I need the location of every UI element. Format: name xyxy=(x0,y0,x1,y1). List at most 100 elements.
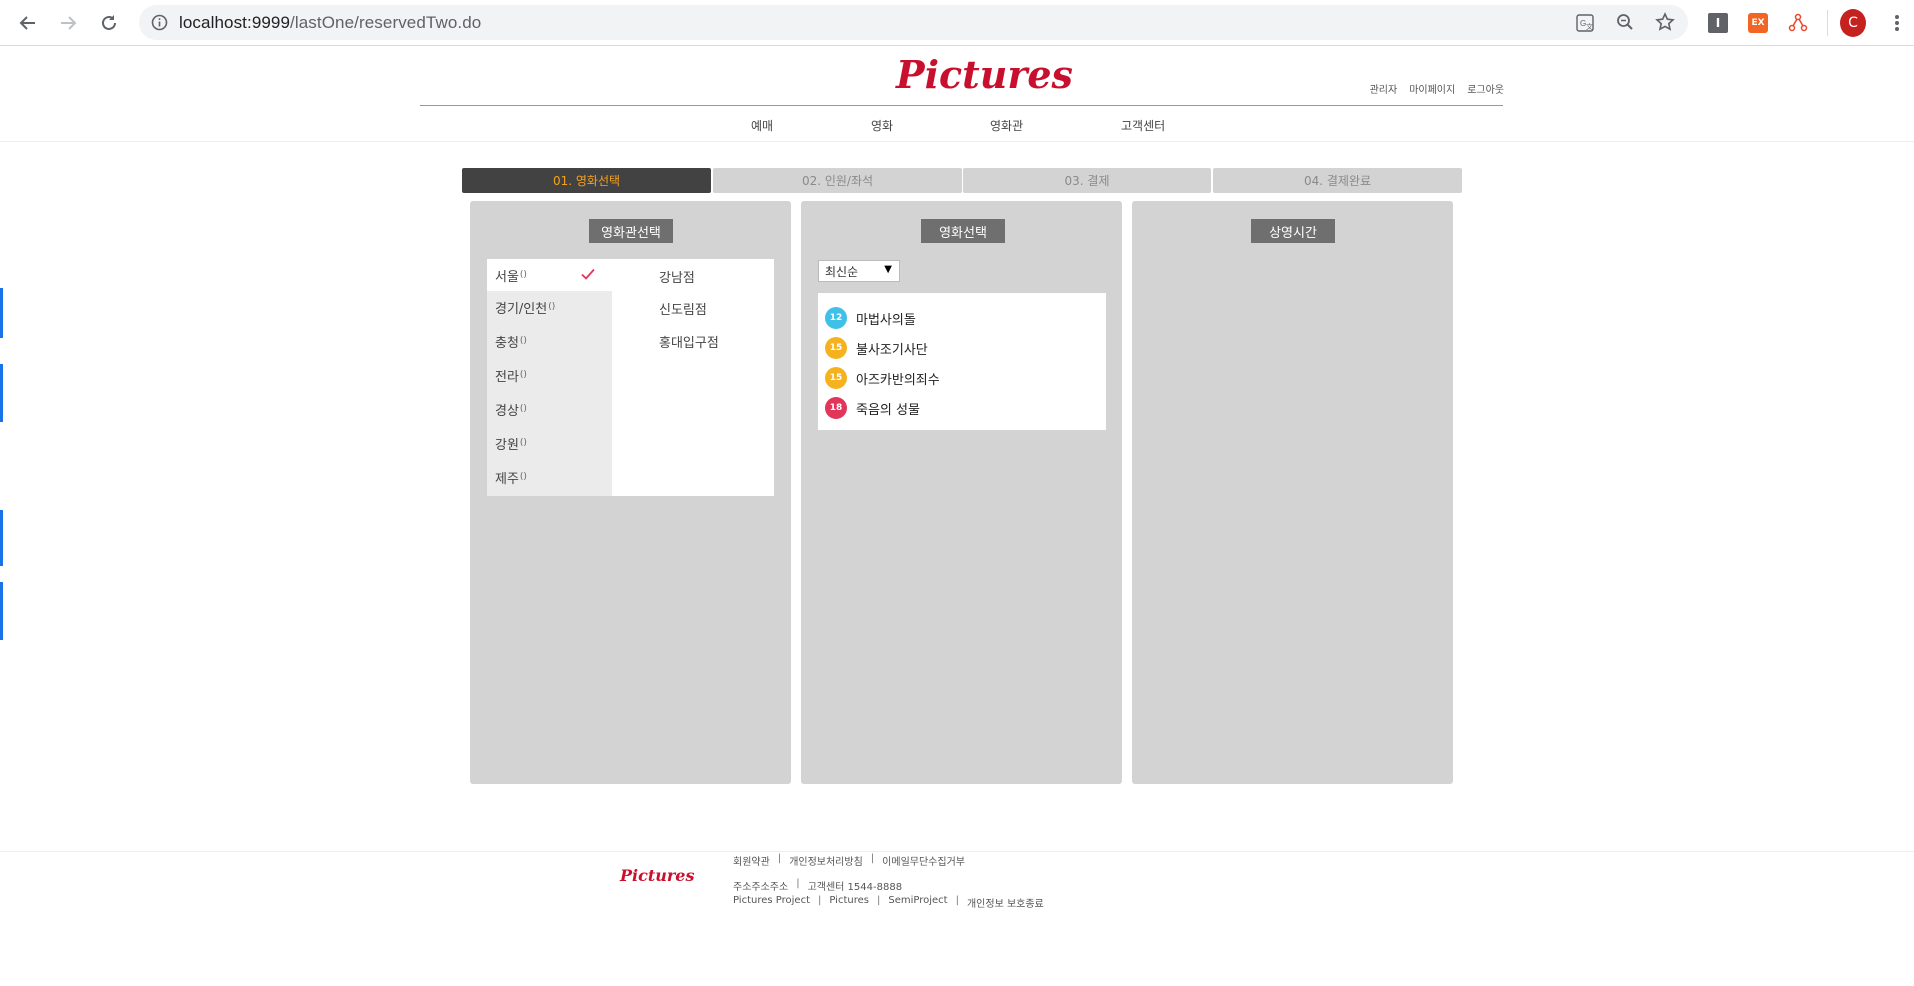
footer-credit-item: 개인정보 보호종료 xyxy=(966,899,1044,910)
movie-title: 마법사의돌 xyxy=(856,312,916,328)
footer-credit-item: SemiProject xyxy=(888,895,948,906)
showtime-panel: 상영시간 xyxy=(1132,201,1453,784)
url-path: /lastOne/reservedTwo.do xyxy=(290,13,482,32)
svg-text:文: 文 xyxy=(1586,22,1593,31)
step-seat-select[interactable]: 02. 인원/좌석 xyxy=(713,168,962,193)
separator: | xyxy=(818,895,822,906)
separator: | xyxy=(876,895,881,906)
rating-badge: 15 xyxy=(825,337,847,359)
dropdown-arrow-icon: ▼ xyxy=(884,264,892,275)
back-icon[interactable] xyxy=(14,9,42,37)
separator: | xyxy=(870,853,875,864)
edge-marker xyxy=(0,582,3,640)
step-movie-select[interactable]: 01. 영화선택 xyxy=(462,168,711,193)
movie-title: 죽음의 성물 xyxy=(856,402,920,418)
theater-selector: 서울() 경기/인천() 충청() 전라() 경상() 강원() 제주() 강남… xyxy=(487,259,774,496)
edge-marker xyxy=(0,288,3,338)
admin-link[interactable]: 관리자 xyxy=(1370,81,1398,96)
check-icon xyxy=(580,266,596,286)
site-logo[interactable]: Pictures xyxy=(896,52,1073,97)
profile-initial: C xyxy=(1840,9,1866,37)
theater-item[interactable]: 신도림점 xyxy=(659,299,707,318)
extension-i-icon[interactable]: I xyxy=(1705,10,1731,36)
sort-selected-value: 최신순 xyxy=(825,264,859,279)
browser-toolbar: localhost:9999/lastOne/reservedTwo.do G文… xyxy=(0,0,1914,46)
step-complete[interactable]: 04. 결제완료 xyxy=(1213,168,1462,193)
logout-link[interactable]: 로그아웃 xyxy=(1467,81,1504,96)
address-bar[interactable]: localhost:9999/lastOne/reservedTwo.do G文 xyxy=(139,5,1688,40)
terms-link[interactable]: 회원약관 xyxy=(733,853,770,868)
nav-divider xyxy=(0,141,1914,142)
footer-links: 회원약관 | 개인정보처리방침 | 이메일무단수집거부 xyxy=(733,853,965,868)
rating-badge: 12 xyxy=(825,307,847,329)
movie-item[interactable]: 15 불사조기사단 xyxy=(825,336,928,360)
region-name: 전라 xyxy=(495,369,519,385)
header-divider xyxy=(420,105,1503,106)
movie-list: 12 마법사의돌 15 불사조기사단 15 아즈카반의죄수 18 죽음의 성물 xyxy=(818,293,1106,430)
email-refusal-link[interactable]: 이메일무단수집거부 xyxy=(882,853,965,868)
footer-divider xyxy=(0,851,1914,852)
region-count: () xyxy=(519,336,527,346)
privacy-link[interactable]: 개인정보처리방침 xyxy=(789,853,863,868)
nav-movie[interactable]: 영화 xyxy=(871,117,893,134)
region-item-jeju[interactable]: 제주() xyxy=(487,461,612,493)
footer-customer-center: 고객센터 1544-8888 xyxy=(807,882,903,893)
region-item-jeolla[interactable]: 전라() xyxy=(487,359,612,391)
footer-logo[interactable]: Pictures xyxy=(620,866,695,885)
theater-panel-title: 영화관선택 xyxy=(589,219,673,243)
movie-title: 아즈카반의죄수 xyxy=(856,372,940,388)
extension-ex-icon[interactable]: EX xyxy=(1745,10,1771,36)
separator: | xyxy=(796,878,800,889)
region-item-chungcheong[interactable]: 충청() xyxy=(487,325,612,357)
region-name: 서울 xyxy=(495,269,519,285)
movie-item[interactable]: 18 죽음의 성물 xyxy=(825,396,920,420)
nav-customer-center[interactable]: 고객센터 xyxy=(1121,117,1165,134)
extension-ex-label: EX xyxy=(1748,13,1768,33)
theater-item[interactable]: 홍대입구점 xyxy=(659,332,719,351)
movie-item[interactable]: 15 아즈카반의죄수 xyxy=(825,366,940,390)
region-name: 충청 xyxy=(495,335,519,351)
region-name: 강원 xyxy=(495,437,519,453)
sort-select[interactable]: 최신순 ▼ xyxy=(818,260,900,282)
region-count: () xyxy=(519,270,527,280)
toolbar-divider xyxy=(1827,10,1828,36)
mypage-link[interactable]: 마이페이지 xyxy=(1409,81,1455,96)
theater-item[interactable]: 강남점 xyxy=(659,267,695,286)
url-host: localhost:9999 xyxy=(179,13,291,32)
zoom-icon[interactable] xyxy=(1616,13,1634,35)
nav-theater[interactable]: 영화관 xyxy=(990,117,1023,134)
region-item-gangwon[interactable]: 강원() xyxy=(487,427,612,459)
bookmark-star-icon[interactable] xyxy=(1655,12,1675,36)
region-item-gyeonggi[interactable]: 경기/인천() xyxy=(487,291,612,323)
region-item-seoul[interactable]: 서울() xyxy=(487,259,612,291)
step-payment[interactable]: 03. 결제 xyxy=(963,168,1211,193)
extension-network-icon[interactable] xyxy=(1785,10,1811,36)
rating-badge: 18 xyxy=(825,397,847,419)
region-count: () xyxy=(519,472,527,482)
edge-marker xyxy=(0,510,3,566)
edge-marker xyxy=(0,364,3,422)
info-icon[interactable] xyxy=(151,14,168,35)
region-item-gyeongsang[interactable]: 경상() xyxy=(487,393,612,425)
movie-panel-title: 영화선택 xyxy=(921,219,1005,243)
movie-item[interactable]: 12 마법사의돌 xyxy=(825,306,916,330)
menu-icon[interactable] xyxy=(1884,10,1910,36)
region-name: 경상 xyxy=(495,403,519,419)
showtime-panel-title: 상영시간 xyxy=(1251,219,1335,243)
url-text[interactable]: localhost:9999/lastOne/reservedTwo.do xyxy=(179,13,481,33)
profile-avatar[interactable]: C xyxy=(1840,9,1866,37)
footer-credit-item: Pictures Project xyxy=(733,895,810,906)
footer-credit-item: Pictures xyxy=(829,895,869,906)
region-count: () xyxy=(519,404,527,414)
region-name: 제주 xyxy=(495,471,519,487)
footer-credits: Pictures Project | Pictures | SemiProjec… xyxy=(733,895,1044,910)
extension-i-label: I xyxy=(1708,13,1728,33)
utility-links: 관리자 마이페이지 로그아웃 xyxy=(1370,81,1504,96)
forward-icon[interactable] xyxy=(54,9,82,37)
region-count: () xyxy=(519,370,527,380)
nav-reservation[interactable]: 예매 xyxy=(751,117,773,134)
region-list: 서울() 경기/인천() 충청() 전라() 경상() 강원() 제주() xyxy=(487,259,612,496)
translate-icon[interactable]: G文 xyxy=(1576,14,1594,36)
footer-address: 주소주소주소 xyxy=(733,882,789,893)
reload-icon[interactable] xyxy=(95,9,123,37)
